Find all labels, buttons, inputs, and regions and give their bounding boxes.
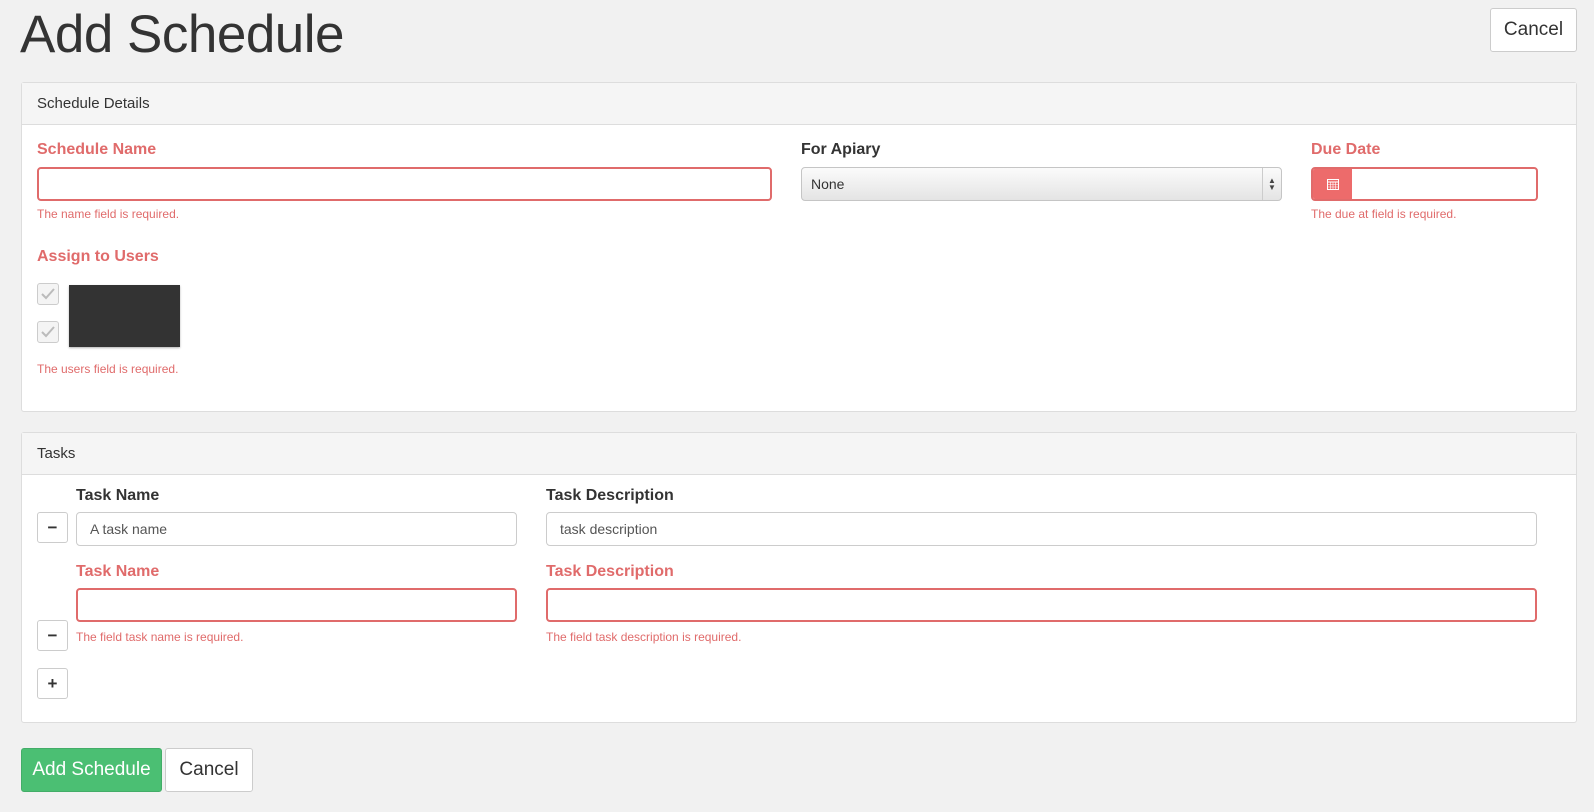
calendar-icon[interactable]: [1313, 169, 1352, 199]
tasks-panel: Tasks Task Name − A task name Task Descr…: [21, 432, 1577, 723]
schedule-name-input[interactable]: [37, 167, 772, 201]
cancel-button-bottom[interactable]: Cancel: [165, 748, 253, 792]
cancel-button-top[interactable]: Cancel: [1490, 8, 1577, 52]
avatar: [69, 285, 180, 347]
task-description-label: Task Description: [546, 563, 674, 580]
for-apiary-label: For Apiary: [801, 141, 881, 158]
task-description-input[interactable]: task description: [546, 512, 1537, 546]
schedule-name-error: The name field is required.: [37, 207, 180, 221]
task-name-error: The field task name is required.: [76, 630, 244, 644]
check-icon: [41, 326, 55, 338]
add-task-button[interactable]: +: [37, 668, 68, 699]
task-description-input[interactable]: [546, 588, 1537, 622]
due-date-label: Due Date: [1311, 141, 1381, 158]
add-schedule-button[interactable]: Add Schedule: [21, 748, 162, 792]
task-name-label: Task Name: [76, 487, 160, 504]
schedule-details-panel: Schedule Details Schedule Name The name …: [21, 82, 1577, 412]
page-title: Add Schedule: [20, 5, 345, 64]
task-description-error: The field task description is required.: [546, 630, 742, 644]
for-apiary-select[interactable]: None ▲ ▼: [801, 167, 1282, 201]
due-date-error: The due at field is required.: [1311, 207, 1457, 221]
task-name-label: Task Name: [76, 563, 160, 580]
remove-task-button[interactable]: −: [37, 620, 68, 651]
user-checkbox-1[interactable]: [37, 283, 59, 305]
due-date-group: [1311, 167, 1538, 201]
user-checkbox-2[interactable]: [37, 321, 59, 343]
assign-users-error: The users field is required.: [37, 362, 179, 376]
select-arrows-icon: ▲ ▼: [1262, 168, 1281, 200]
for-apiary-selected: None: [811, 176, 845, 192]
task-name-input[interactable]: [76, 588, 517, 622]
schedule-details-heading: Schedule Details: [22, 83, 1576, 125]
remove-task-button[interactable]: −: [37, 512, 68, 543]
check-icon: [41, 288, 55, 300]
task-description-label: Task Description: [546, 487, 674, 504]
task-name-input[interactable]: A task name: [76, 512, 517, 546]
tasks-heading: Tasks: [22, 433, 1576, 475]
assign-users-label: Assign to Users: [37, 248, 159, 265]
due-date-input[interactable]: [1352, 169, 1536, 199]
schedule-name-label: Schedule Name: [37, 141, 157, 158]
